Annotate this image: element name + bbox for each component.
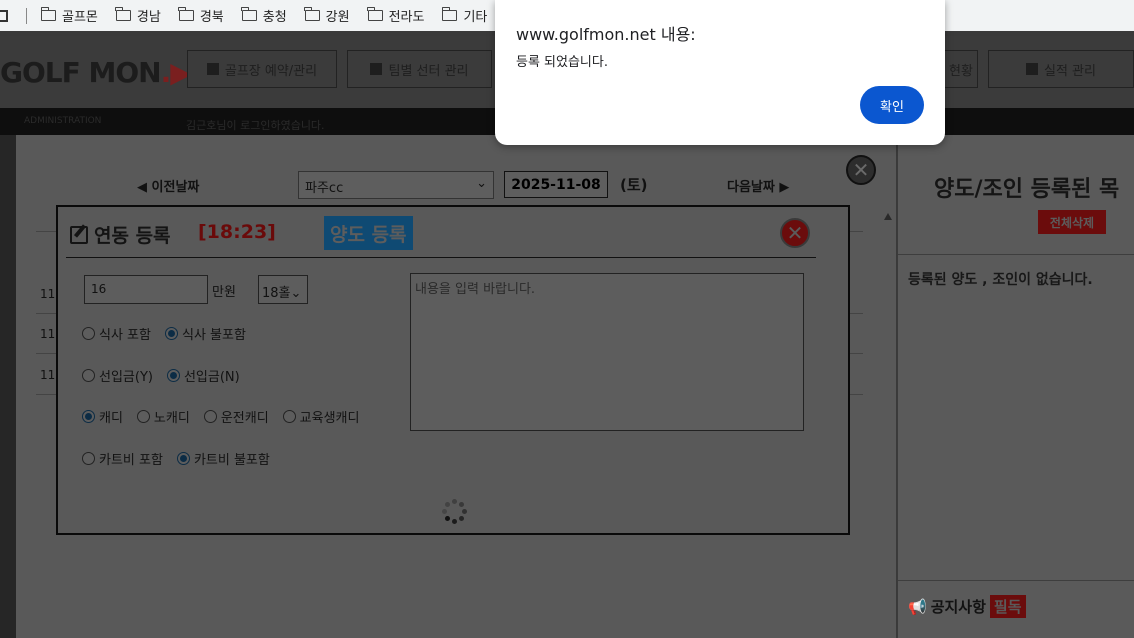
radio-checked-icon (176, 452, 190, 465)
price-input[interactable]: 16 (84, 275, 208, 304)
price-unit: 만원 (212, 285, 236, 300)
transfer-list-panel: 양도/조인 등록된 목 전체삭제 등록된 양도 , 조인이 없습니다. 📢 공지… (897, 135, 1134, 638)
radio-icon (203, 410, 217, 423)
transfer-tag: 양도 등록 (324, 216, 413, 250)
folder-icon (178, 7, 194, 21)
radio-icon (82, 327, 95, 340)
radio-checked-icon (166, 369, 180, 382)
folder-icon (304, 7, 320, 21)
hole-select[interactable]: 18홀⌄ (258, 275, 308, 304)
bookmark-edge-icon (0, 9, 8, 22)
login-status: 김근호님이 로그인하였습니다. (186, 119, 325, 132)
meal-options: 식사 포함 식사 불포함 (82, 324, 246, 343)
scroll-up-icon[interactable] (884, 213, 892, 220)
table-row-time: 11 (40, 368, 56, 382)
play-icon (370, 63, 383, 75)
play-icon (1026, 63, 1038, 75)
must-read-badge: 필독 (989, 595, 1026, 618)
prev-date-button[interactable]: ◀ 이전날짜 (137, 176, 199, 195)
radio-checked-icon (82, 410, 95, 423)
bookmark-folder[interactable]: 경북 (178, 6, 224, 25)
left-sidebar-strip (0, 135, 16, 638)
nav-button-status[interactable]: 현황 (944, 50, 978, 88)
radio-icon (82, 452, 95, 465)
radio-trainee-caddy[interactable]: 교육생캐디 (282, 407, 359, 426)
bookmark-folder[interactable]: 골프몬 (40, 6, 98, 25)
radio-driving-caddy[interactable]: 운전캐디 (203, 407, 269, 426)
radio-meal-included[interactable]: 식사 포함 (82, 324, 151, 343)
radio-no-caddy[interactable]: 노캐디 (136, 407, 190, 426)
table-row-time: 11 (40, 327, 56, 341)
table-row-time: 11 (40, 287, 56, 301)
next-date-button[interactable]: 다음날짜 ▶ (727, 176, 789, 195)
radio-cart-included[interactable]: 카트비 포함 (82, 449, 163, 468)
megaphone-icon: 📢 (908, 597, 927, 616)
radio-checked-icon (164, 327, 178, 340)
ok-button[interactable]: 확인 (860, 86, 924, 124)
nav-button-team-center[interactable]: 팀별 선터 관리 (347, 50, 492, 88)
bookmark-folder[interactable]: 전라도 (367, 6, 424, 25)
radio-meal-excluded[interactable]: 식사 불포함 (164, 324, 246, 343)
memo-textarea[interactable]: 내용을 입력 바랍니다. (410, 273, 804, 431)
alert-dialog: www.golfmon.net 내용: 등록 되었습니다. 확인 (495, 0, 945, 145)
cart-options: 카트비 포함 카트비 불포함 (82, 449, 270, 468)
play-icon (206, 63, 219, 75)
caddy-options: 캐디 노캐디 운전캐디 교육생캐디 (82, 407, 359, 426)
course-select[interactable]: 파주cc ⌄ (298, 171, 494, 199)
bookmark-folder[interactable]: 강원 (304, 6, 350, 25)
tee-time: [18:23] (198, 221, 276, 243)
deposit-options: 선입금(Y) 선입금(N) (82, 366, 240, 385)
radio-icon (136, 410, 150, 423)
nav-button-performance[interactable]: 실적 관리 (988, 50, 1134, 88)
chevron-down-icon: ⌄ (476, 176, 487, 191)
modal-divider (66, 257, 816, 258)
site-logo[interactable]: GOLF MON.▶ (0, 56, 192, 89)
folder-icon (367, 7, 383, 21)
bookmark-folder[interactable]: 기타 (441, 6, 487, 25)
folder-icon (40, 7, 56, 21)
nav-button-golf-booking[interactable]: 골프장 예약/관리 (187, 50, 337, 88)
dialog-origin: www.golfmon.net 내용: (516, 25, 696, 44)
date-input[interactable]: 2025-11-08 (504, 171, 608, 198)
registration-modal: 연동 등록 [18:23] 양도 등록 ✕ 16 만원 18홀⌄ 식사 포함 식… (56, 205, 850, 535)
chevron-down-icon: ⌄ (290, 286, 302, 301)
close-panel-icon[interactable]: ✕ (846, 155, 876, 185)
bookmarks-separator (26, 7, 27, 24)
radio-icon (282, 410, 296, 423)
loading-spinner-icon (442, 499, 468, 525)
bookmark-folder[interactable]: 경남 (115, 6, 161, 25)
modal-title: 연동 등록 (70, 221, 171, 248)
admin-label: ADMINISTRATION (24, 116, 102, 126)
panel-divider (898, 580, 1134, 581)
panel-title: 양도/조인 등록된 목 (934, 177, 1120, 202)
folder-icon (241, 7, 257, 21)
radio-icon (82, 369, 95, 382)
folder-icon (115, 7, 131, 21)
radio-cart-excluded[interactable]: 카트비 불포함 (176, 449, 270, 468)
empty-list-text: 등록된 양도 , 조인이 없습니다. (908, 272, 1093, 288)
radio-deposit-no[interactable]: 선입금(N) (166, 366, 240, 385)
dialog-message: 등록 되었습니다. (516, 55, 608, 70)
notice-header: 📢 공지사항 필독 (908, 595, 1026, 618)
radio-deposit-yes[interactable]: 선입금(Y) (82, 366, 153, 385)
weekday-label: (토) (620, 176, 648, 194)
panel-divider (898, 254, 1134, 255)
radio-caddy[interactable]: 캐디 (82, 407, 123, 426)
delete-all-button[interactable]: 전체삭제 (1038, 210, 1106, 234)
bookmark-folder[interactable]: 충청 (241, 6, 287, 25)
close-modal-icon[interactable]: ✕ (780, 218, 810, 248)
folder-icon (441, 7, 458, 21)
edit-icon (70, 225, 88, 244)
